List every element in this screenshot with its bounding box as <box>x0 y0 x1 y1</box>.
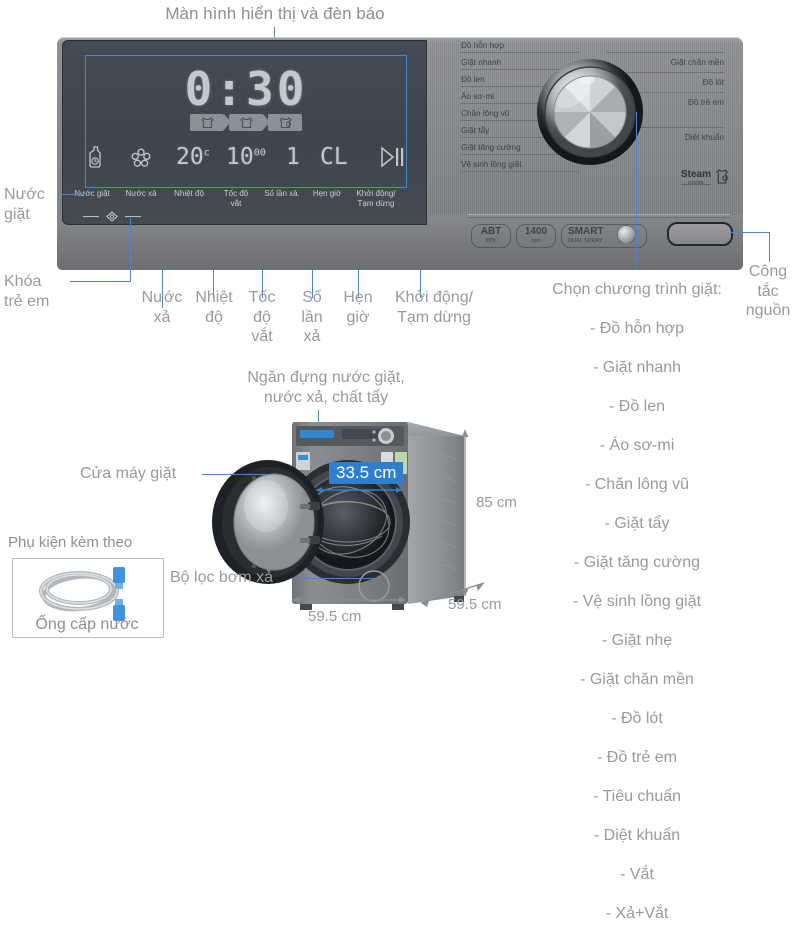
progress-step-spin-icon <box>268 114 302 131</box>
callout-pump-filter-label: Bộ lọc bơm xả <box>170 568 273 588</box>
program-label-drum-clean[interactable]: Vệ sinh lồng giặt <box>461 160 522 169</box>
callout-line-power-v <box>769 232 770 262</box>
program-selector-dial[interactable] <box>536 58 644 166</box>
program-label-quick[interactable]: Giặt nhanh <box>461 58 501 67</box>
lcd-child-lock-code: CL <box>320 144 348 170</box>
panel-button-spin-speed[interactable]: Tốc độ vắt <box>214 189 258 209</box>
callout-program-item: - Áo sơ-mi <box>506 436 768 456</box>
callout-program-list: Chọn chương trình giặt: - Đồ hỗn hợp - G… <box>506 260 768 943</box>
page-title: Màn hình hiển thị và đèn báo <box>130 4 420 25</box>
callout-rinse-count-label: Số lần xả <box>290 288 334 347</box>
panel-button-softener[interactable]: Nước xả <box>117 189 165 199</box>
height-dimension-arrow <box>458 426 472 600</box>
callout-program-item: - Diệt khuẩn <box>506 826 768 846</box>
diagram-root: Màn hình hiển thị và đèn báo 0:30 20c 10… <box>0 0 800 650</box>
badge-spin-speed: 1400 rpm <box>516 224 556 248</box>
height-dimension-label: 85 cm <box>476 494 517 511</box>
callout-temperature-label: Nhiệt độ <box>186 288 242 327</box>
callout-line-door <box>202 474 270 475</box>
program-label-duvet[interactable]: Chăn lông vũ <box>461 109 509 118</box>
callout-program-item: - Chăn lông vũ <box>506 475 768 495</box>
callout-line-program-dial <box>636 112 637 267</box>
callout-program-item: - Đồ lót <box>506 709 768 729</box>
badge-spin-title: 1400 <box>517 227 555 238</box>
badge-steam-title: Steam <box>681 170 711 180</box>
callout-program-item: - Đồ hỗn hợp <box>506 319 768 339</box>
callout-program-item: - Giặt tăng cường <box>506 553 768 573</box>
callout-power-label: Công tắc nguồn <box>736 262 800 321</box>
callout-program-item: - Giặt nhẹ <box>506 631 768 651</box>
progress-step-rinse-icon <box>229 114 263 131</box>
badge-abt: ABT 99% <box>471 224 511 248</box>
program-label-bleach[interactable]: Giặt tẩy <box>461 126 489 135</box>
callout-line-child-lock-h <box>70 281 130 282</box>
panel-button-delay-timer[interactable]: Hẹn giờ <box>305 189 349 199</box>
depth-dimension-label: 59.5 cm <box>448 596 501 613</box>
callout-program-item: - Giặt chăn mền <box>506 670 768 690</box>
program-label-intensive[interactable]: Giặt tăng cường <box>461 143 521 152</box>
child-lock-diamond-icon <box>104 211 120 222</box>
callout-line-pump-filter <box>290 578 376 579</box>
callout-program-item: - Đồ trẻ em <box>506 748 768 768</box>
detergent-bottle-icon <box>88 146 104 173</box>
badge-abt-title: ABT <box>472 227 510 238</box>
progress-step-wash-icon <box>190 114 224 131</box>
drum-opening-dimension-badge: 33.5 cm <box>329 462 403 484</box>
child-lock-indicator[interactable] <box>83 211 141 221</box>
lcd-rinse-count: 1 <box>286 144 300 170</box>
play-pause-icon <box>380 146 404 173</box>
badge-steam-sub: cycles <box>681 180 711 186</box>
callout-program-heading: Chọn chương trình giặt: <box>506 280 768 300</box>
width-dimension-label: 59.5 cm <box>308 608 361 625</box>
badge-spin-sub: rpm <box>517 238 555 244</box>
power-button[interactable] <box>667 222 733 246</box>
panel-button-temperature[interactable]: Nhiệt độ <box>164 189 214 199</box>
panel-divider <box>468 214 730 215</box>
program-label-shirt[interactable]: Áo sơ-mi <box>461 92 494 101</box>
callout-spin-speed-label: Tốc độ vắt <box>240 288 284 347</box>
smart-dual-spray-dot-icon <box>617 225 636 244</box>
callout-delay-timer-label: Hẹn giờ <box>334 288 382 327</box>
panel-divider-shadow <box>468 217 730 218</box>
program-label-mixed[interactable]: Đồ hỗn hợp <box>461 41 504 50</box>
lcd-temperature: 20c <box>176 144 210 170</box>
steam-underline <box>681 184 711 185</box>
callout-door-label: Cửa máy giặt <box>80 464 176 484</box>
callout-softener-label: Nước xả <box>134 288 190 327</box>
drum-opening-dimension-arrow <box>313 485 405 495</box>
callout-line-power-h <box>729 232 769 233</box>
callout-program-item: - Đồ len <box>506 397 768 417</box>
flower-icon <box>131 148 151 173</box>
callout-program-item: - Giặt nhanh <box>506 358 768 378</box>
callout-program-item: - Giặt tẩy <box>506 514 768 534</box>
callout-program-item: - Tiêu chuẩn <box>506 787 768 807</box>
program-label-wool[interactable]: Đồ len <box>461 75 485 84</box>
accessory-caption: Ống cấp nước <box>12 616 162 634</box>
callout-program-item: - Xả+Vắt <box>506 904 768 924</box>
callout-line-child-lock-v <box>130 218 131 282</box>
lcd-time-readout: 0:30 <box>85 62 407 116</box>
lcd-progress-steps <box>85 114 407 131</box>
accessories-title: Phụ kiện kèm theo <box>8 534 132 551</box>
callout-line-detergent <box>60 194 84 195</box>
lcd-spin-speed: 1000 <box>226 144 266 170</box>
steam-shirt-icon <box>714 168 732 186</box>
badge-abt-sub: 99% <box>472 238 510 244</box>
callout-program-item: - Vệ sinh lồng giặt <box>506 592 768 612</box>
lcd-indicator-row: 20c 1000 1 CL <box>88 142 406 176</box>
callout-program-item: - Vắt <box>506 865 768 885</box>
callout-detergent-label: Nước giặt <box>4 185 60 224</box>
panel-button-start-pause[interactable]: Khởi động/ Tạm dừng <box>345 189 407 209</box>
callout-child-lock-label: Khóa trẻ em <box>4 272 74 311</box>
width-dimension-arrow <box>288 594 410 606</box>
callout-start-pause-label: Khởi động/ Tạm dừng <box>382 288 486 327</box>
panel-button-rinse-count[interactable]: Số lần xả. <box>256 189 308 199</box>
